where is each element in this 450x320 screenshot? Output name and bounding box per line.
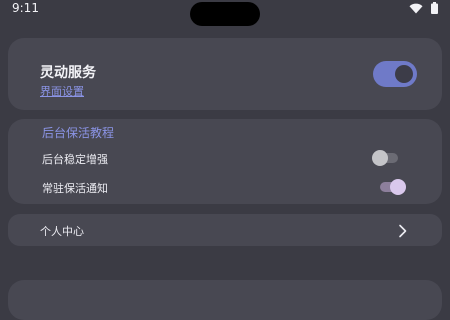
keepalive-notification-label: 常驻保活通知 [42,182,108,195]
stability-boost-toggle[interactable] [372,150,398,166]
stability-boost-label: 后台稳定增强 [42,153,108,166]
service-toggle[interactable] [373,61,417,87]
toggle-knob [372,150,388,166]
status-bar: 9:11 [0,0,450,26]
bottom-card [8,280,442,320]
tutorial-title[interactable]: 后台保活教程 [42,124,114,141]
status-time: 9:11 [12,1,39,15]
personal-center-label: 个人中心 [40,225,84,238]
interface-settings-link[interactable]: 界面设置 [40,83,84,99]
battery-icon [431,2,438,14]
camera-cutout [190,2,260,26]
keepalive-notification-toggle[interactable] [380,179,406,195]
status-icons [409,2,438,14]
toggle-knob [395,65,413,83]
toggle-knob [390,179,406,195]
wifi-icon [409,3,423,14]
service-title: 灵动服务 [40,65,96,81]
chevron-right-icon [398,223,408,242]
